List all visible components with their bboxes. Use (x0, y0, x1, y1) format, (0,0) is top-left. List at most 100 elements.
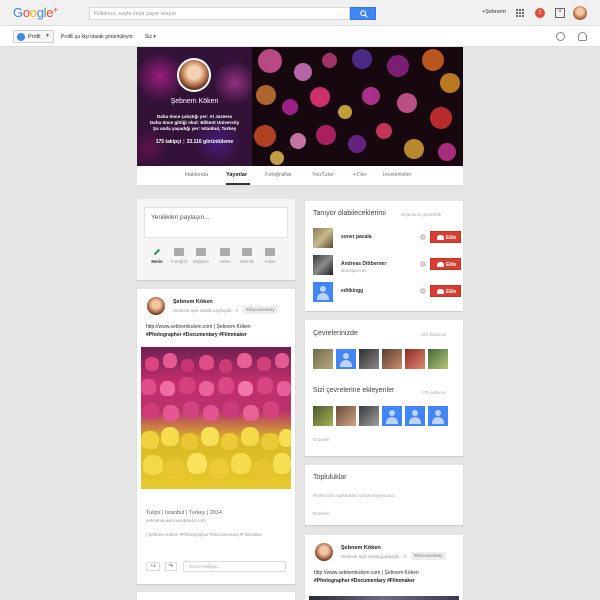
circle-member-avatar[interactable] (382, 349, 402, 369)
post-author-avatar[interactable] (315, 543, 333, 561)
share-video-label: Video (219, 259, 231, 264)
circle-member-avatar[interactable] (313, 349, 333, 369)
circle-member-avatar[interactable] (428, 349, 448, 369)
circle-member-avatar[interactable] (405, 349, 425, 369)
post-visibility: Herkese açık olarak paylaşıldı - 2 (173, 308, 238, 313)
add-person-icon (437, 262, 444, 267)
post-author-avatar[interactable] (147, 297, 165, 315)
top-bar: Google+ Kullanıcı, sayfa veya yayın aray… (0, 0, 600, 26)
follower-avatar[interactable] (428, 406, 448, 426)
profile-person-icon (17, 33, 25, 41)
calendar-icon (242, 248, 252, 256)
post-link-title[interactable]: Tulips | Istanbul | Turkey | 2014 (146, 510, 222, 516)
communities-card: Topluluklar Profilinizde toplulukları gö… (305, 465, 463, 525)
follower-avatar[interactable] (336, 406, 356, 426)
post-hashtag-chip[interactable]: #Documentary (411, 552, 446, 560)
circles-edit-link[interactable]: Düzenle (313, 437, 330, 442)
dismiss-icon[interactable]: × (420, 288, 426, 294)
share-link-button[interactable]: Bağlantı (190, 248, 212, 264)
person-subtitle: aboutpixel.de (341, 268, 367, 273)
default-avatar[interactable] (313, 282, 333, 302)
add-button-label: Ekle (446, 289, 457, 295)
dismiss-icon[interactable]: × (420, 261, 426, 267)
in-circles-title[interactable]: Çevrelerinizde (313, 330, 358, 337)
share-input[interactable]: Yenilikleri paylaşın... (144, 207, 288, 238)
profile-stats: 175 takipçi | 33.116 görüntüleme (155, 139, 234, 145)
share-plus-icon[interactable] (555, 8, 565, 18)
comment-input[interactable]: Yorum ekleyin... (183, 561, 286, 572)
google-plus-logo[interactable]: Google+ (13, 5, 58, 20)
share-text-label: Metin (151, 259, 163, 264)
communities-edit-link[interactable]: Düzenle (313, 511, 330, 516)
views-count: 33.116 görüntüleme (186, 139, 234, 145)
profile-subbar: Profil ▼ Profili şu kişi olarak görüntül… (0, 26, 600, 47)
post-author-name[interactable]: Şebnem Köken (173, 299, 213, 305)
settings-icon[interactable] (556, 32, 565, 41)
reshare-icon[interactable]: ↷ (165, 562, 177, 571)
circle-member-avatar[interactable] (359, 349, 379, 369)
active-tab-indicator (226, 183, 250, 185)
person-name[interactable]: Andreas Dittberner (341, 261, 386, 267)
add-person-button[interactable]: Ekle (430, 231, 461, 243)
add-person-button[interactable]: Ekle (430, 258, 461, 270)
search-input[interactable]: Kullanıcı, sayfa veya yayın arayın (89, 7, 350, 20)
post-url[interactable]: http://www.sebnemkoken.com | Şebnem Köke… (314, 570, 419, 576)
follower-avatar[interactable] (382, 406, 402, 426)
share-event-button[interactable]: Etkinlik (236, 248, 258, 264)
tab-plus-ones[interactable]: +1'ler (353, 172, 366, 178)
person-avatar[interactable] (313, 255, 333, 275)
communities-description: Profilinizde toplulukları göstermiyorsun… (313, 493, 397, 498)
profile-menu-button[interactable]: Profil ▼ (13, 30, 54, 43)
follower-avatar[interactable] (313, 406, 333, 426)
follower-avatar[interactable] (405, 406, 425, 426)
followers-count[interactable]: 175 takipçi (156, 139, 182, 145)
post-photo[interactable] (309, 596, 459, 600)
tab-about[interactable]: Hakkında (185, 172, 208, 178)
post-hashtags[interactable]: #Photographer #Documentary #Filmmaker (146, 332, 247, 338)
person-name[interactable]: editkingg (341, 288, 363, 294)
user-profile-link[interactable]: +Şebnem (482, 9, 506, 15)
tab-photos[interactable]: Fotoğraflar (265, 172, 292, 178)
notifications-badge[interactable]: 2 (535, 8, 545, 18)
profile-menu-label: Profil (28, 34, 41, 40)
profile-info: Daha önce çalıştığı yer: Al Jazeera Daha… (137, 114, 252, 132)
profile-info-location: Şu anda yaşadığı yer: Istanbul, Turkey (152, 126, 237, 131)
pymk-person-row: editkingg × Ekle (313, 282, 461, 304)
account-avatar[interactable] (573, 6, 587, 20)
post-author-name[interactable]: Şebnem Köken (341, 545, 381, 551)
share-photo-button[interactable]: Fotoğraf (168, 248, 190, 264)
post-description: | Şebnem Köken #Photographer #Documentar… (146, 532, 263, 537)
share-link-label: Bağlantı (193, 259, 209, 264)
view-as-select[interactable]: Siz ▾ (145, 34, 156, 40)
profile-tabs: Hakkında Yayınlar Fotoğraflar YouTube +1… (137, 166, 463, 186)
next-post-card (137, 592, 295, 600)
share-text-button[interactable]: Metin (146, 248, 168, 264)
follower-avatar[interactable] (359, 406, 379, 426)
chevron-down-icon: ▼ (45, 33, 50, 39)
added-you-title[interactable]: Sizi çevrelerine ekleyenler (313, 387, 394, 394)
cover-photo: Şebnem Köken Daha önce çalıştığı yer: Al… (137, 47, 463, 166)
post-hashtags[interactable]: #Photographer #Documentary #Filmmaker (314, 578, 415, 584)
plus-one-button[interactable]: +1 (146, 562, 160, 571)
tab-posts[interactable]: Yayınlar (226, 172, 247, 178)
hangouts-icon[interactable] (578, 32, 587, 41)
add-person-button[interactable]: Ekle (430, 285, 461, 297)
post-hashtag-chip[interactable]: #Documentary (243, 306, 278, 314)
pymk-see-others-link[interactable]: Diğerlerini görüntüle (401, 212, 441, 217)
circle-member-avatar[interactable] (336, 349, 356, 369)
dismiss-icon[interactable]: × (420, 234, 426, 240)
post-url[interactable]: http://www.sebnemkoken.com | Şebnem Köke… (146, 324, 251, 330)
tulips-photo[interactable] (141, 347, 291, 489)
tab-youtube[interactable]: YouTube (312, 172, 334, 178)
post-link-url[interactable]: sebnemkoken.wordpress.com (146, 518, 206, 523)
added-you-count: 175 kullanıcı (421, 390, 447, 395)
share-poll-button[interactable]: Anket (259, 248, 281, 264)
profile-avatar[interactable] (177, 58, 211, 92)
apps-grid-icon[interactable] (516, 9, 524, 17)
person-avatar[interactable] (313, 228, 333, 248)
share-video-button[interactable]: Video (214, 248, 236, 264)
communities-title: Topluluklar (313, 474, 347, 481)
tab-reviews[interactable]: İncelemeler (383, 172, 411, 178)
person-name[interactable]: soner pacala (341, 234, 372, 240)
search-button[interactable] (350, 7, 376, 20)
